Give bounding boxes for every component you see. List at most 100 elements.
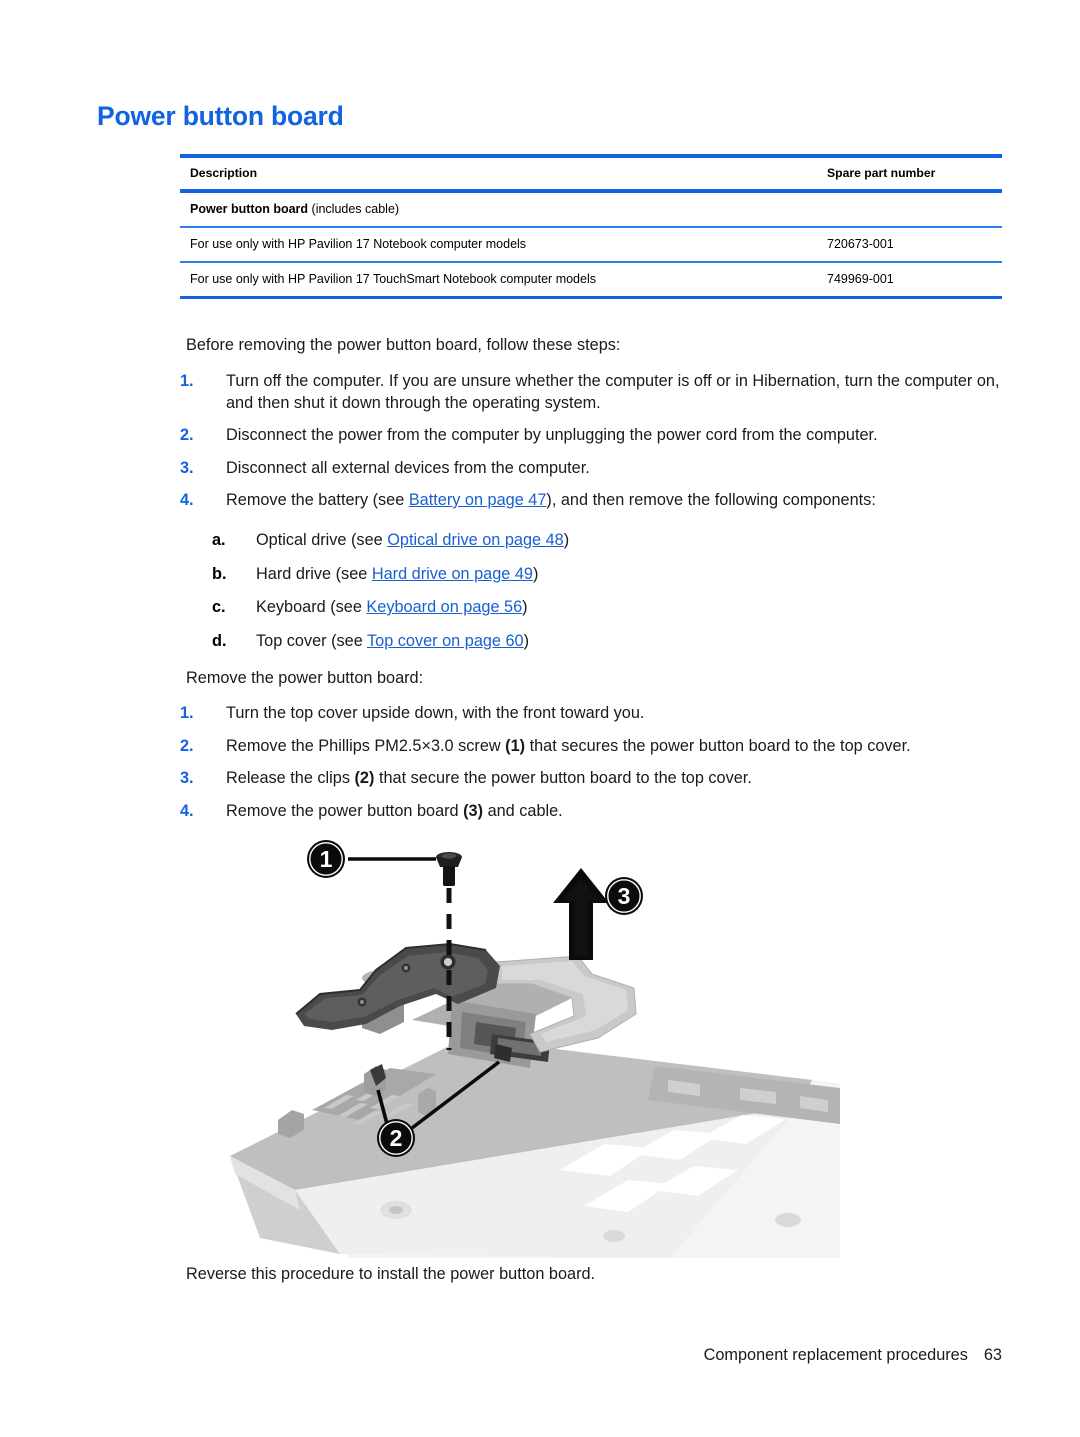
step-text: Release the clips	[226, 769, 355, 787]
list-marker: 2.	[180, 426, 194, 444]
table-row: For use only with HP Pavilion 17 Noteboo…	[180, 228, 1002, 261]
svg-text:1: 1	[320, 846, 333, 872]
group-row-description: Power button board (includes cable)	[180, 193, 825, 226]
column-header-description: Description	[190, 166, 258, 180]
step-text-tail: that secure the power button board to th…	[374, 769, 752, 787]
list-marker: 3.	[180, 458, 194, 477]
row-spare-part-number: 749969-001	[827, 271, 894, 286]
callout-badge-3: 3	[605, 877, 643, 915]
table-bottom-rule	[180, 295, 1002, 299]
outro-paragraph: Reverse this procedure to install the po…	[186, 1265, 596, 1283]
list-item-text: Top cover (see Top cover on page 60)	[256, 631, 1042, 653]
row-spare-part-number: 720673-001	[827, 236, 894, 251]
list-marker: c.	[212, 598, 226, 616]
svg-text:2: 2	[390, 1125, 403, 1151]
list-marker: 2.	[180, 736, 194, 755]
cross-reference-link-top-cover[interactable]: Top cover on page 60	[367, 632, 524, 650]
substep-text: Optical drive (see	[256, 531, 388, 549]
footer-page-number: 63	[983, 1346, 1002, 1364]
page-title: Power button board	[97, 101, 344, 131]
callout-ref-1: (1)	[505, 736, 526, 755]
prerequisite-substeps-list: a. Optical drive (see Optical drive on p…	[212, 530, 1042, 664]
step-text: Remove the Phillips PM2.5×3.0 screw	[226, 736, 506, 755]
list-marker: a.	[212, 531, 226, 549]
list-marker: d.	[212, 631, 227, 650]
substep-text: Keyboard (see	[256, 598, 367, 616]
callout-ref-2: (2)	[354, 769, 375, 787]
list-item-text: Disconnect the power from the computer b…	[226, 425, 1010, 447]
list-item-text: Hard drive (see Hard drive on page 49)	[256, 564, 1042, 586]
footer-section-title: Component replacement procedures	[703, 1346, 968, 1364]
cross-reference-link-battery[interactable]: Battery on page 47	[409, 491, 547, 509]
list-item-text: Optical drive (see Optical drive on page…	[256, 530, 1042, 552]
list-item: 4. Remove the power button board (3) and…	[180, 801, 1010, 823]
substep-text-tail: )	[523, 631, 530, 650]
column-header-spare-part-number: Spare part number	[827, 166, 936, 180]
step-text-tail: and cable.	[483, 801, 563, 820]
substep-text: Top cover (see	[256, 631, 368, 650]
list-item-text: Turn off the computer. If you are unsure…	[226, 371, 1010, 414]
list-item: c. Keyboard (see Keyboard on page 56)	[212, 597, 1042, 619]
step-text-tail: that secures the power button board to t…	[525, 736, 911, 755]
callout-badge-2: 2	[377, 1119, 415, 1157]
substep-text-tail: )	[563, 531, 570, 549]
callout-ref-3: (3)	[463, 801, 484, 820]
table-header-row: Description Spare part number	[180, 158, 1002, 189]
cross-reference-link-optical-drive[interactable]: Optical drive on page 48	[387, 531, 564, 549]
list-item: 1. Turn off the computer. If you are uns…	[180, 371, 1010, 414]
step-text: Turn off the computer. If you are unsure…	[226, 372, 1000, 412]
svg-text:3: 3	[618, 883, 631, 909]
list-item: 4. Remove the battery (see Battery on pa…	[180, 490, 1010, 512]
list-marker: b.	[212, 564, 227, 583]
cross-reference-link-hard-drive[interactable]: Hard drive on page 49	[372, 565, 533, 583]
top-cover-assembly	[230, 1038, 840, 1258]
list-marker: 1.	[180, 372, 194, 390]
cross-reference-link-keyboard[interactable]: Keyboard on page 56	[366, 598, 522, 616]
substep-text-tail: )	[532, 564, 539, 583]
list-marker: 4.	[180, 801, 194, 820]
removal-steps-list: 1. Turn the top cover upside down, with …	[180, 703, 1010, 833]
table-group-row: Power button board (includes cable)	[180, 193, 1002, 226]
step-text: Turn the top cover upside down, with the…	[226, 704, 645, 722]
step-text-tail: ), and then remove the following compone…	[546, 491, 876, 509]
intro-paragraph: Before removing the power button board, …	[186, 336, 621, 354]
step-text: Disconnect all external devices from the…	[226, 458, 590, 477]
page-footer: Component replacement procedures 63	[704, 1346, 1002, 1365]
callout-badge-1: 1	[307, 840, 345, 878]
list-item: d. Top cover (see Top cover on page 60)	[212, 631, 1042, 653]
list-item: 3. Disconnect all external devices from …	[180, 458, 1010, 480]
row-description: For use only with HP Pavilion 17 Noteboo…	[190, 236, 527, 251]
substep-text-tail: )	[522, 598, 528, 616]
list-item: 2. Disconnect the power from the compute…	[180, 425, 1010, 447]
list-marker: 3.	[180, 769, 194, 787]
power-button-board-illustration: 1 3 2	[200, 838, 840, 1258]
list-item-text: Turn the top cover upside down, with the…	[226, 703, 1010, 725]
list-item: b. Hard drive (see Hard drive on page 49…	[212, 564, 1042, 586]
list-item-text: Remove the Phillips PM2.5×3.0 screw (1) …	[226, 736, 1010, 758]
list-item-text: Remove the battery (see Battery on page …	[226, 490, 1010, 512]
list-item: a. Optical drive (see Optical drive on p…	[212, 530, 1042, 552]
substep-text: Hard drive (see	[256, 564, 372, 583]
list-marker: 4.	[180, 491, 194, 509]
list-item-text: Disconnect all external devices from the…	[226, 458, 1010, 480]
group-row-spare-part-number	[825, 193, 1002, 226]
document-page: Power button board Description Spare par…	[0, 0, 1080, 1437]
table-row: For use only with HP Pavilion 17 TouchSm…	[180, 263, 1002, 296]
spare-parts-table: Description Spare part number Power butt…	[180, 154, 1002, 299]
step-text: Remove the power button board	[226, 801, 464, 820]
phillips-screw	[436, 852, 462, 886]
list-item: 2. Remove the Phillips PM2.5×3.0 screw (…	[180, 736, 1010, 758]
list-item-text: Keyboard (see Keyboard on page 56)	[256, 597, 1042, 619]
step-text: Remove the battery (see	[226, 491, 409, 509]
group-row-bold-label: Power button board	[190, 201, 309, 216]
list-item-text: Remove the power button board (3) and ca…	[226, 801, 1010, 823]
list-item-text: Release the clips (2) that secure the po…	[226, 768, 1010, 790]
prerequisite-steps-list: 1. Turn off the computer. If you are uns…	[180, 371, 1010, 523]
row-description: For use only with HP Pavilion 17 TouchSm…	[190, 271, 596, 286]
group-row-suffix: (includes cable)	[308, 201, 400, 216]
list-item: 1. Turn the top cover upside down, with …	[180, 703, 1010, 725]
removal-heading: Remove the power button board:	[186, 669, 424, 687]
lift-direction-arrow	[553, 868, 609, 960]
list-marker: 1.	[180, 704, 194, 722]
step-text: Disconnect the power from the computer b…	[226, 426, 878, 444]
